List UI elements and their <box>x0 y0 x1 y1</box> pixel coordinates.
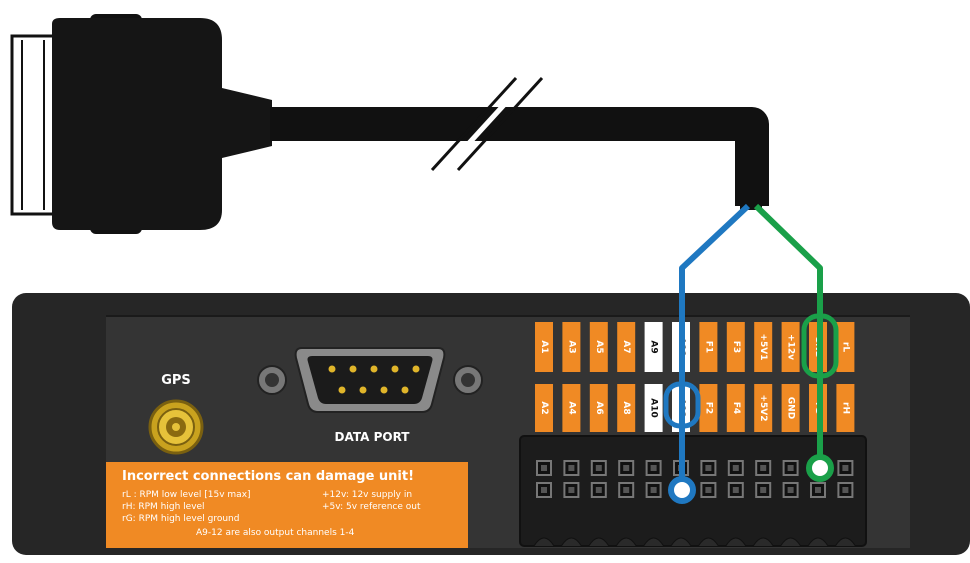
pin-label-text: A10 <box>649 398 659 418</box>
green-wire-terminal <box>806 454 834 482</box>
terminal-screw <box>760 487 767 493</box>
cable <box>270 76 769 210</box>
plug-strain-relief <box>222 88 272 158</box>
pin-label-text: A7 <box>621 340 631 353</box>
pin-label-text: +5V1 <box>758 333 768 360</box>
terminal-screw <box>623 487 630 493</box>
warning-line: rH: RPM high level <box>122 502 205 512</box>
terminal-screw <box>568 465 575 471</box>
terminal-screw <box>595 465 602 471</box>
terminal-screw <box>842 487 849 493</box>
data-port-label: DATA PORT <box>335 430 411 444</box>
pin-label-f2: F2 <box>699 384 718 432</box>
terminal-screw <box>705 487 712 493</box>
warning-footer: A9-12 are also output channels 1-4 <box>196 528 355 538</box>
terminal-screw <box>541 465 547 471</box>
pin-label-f4: F4 <box>726 384 745 432</box>
pin-label-text: F3 <box>731 341 741 353</box>
terminal-screw <box>623 465 630 471</box>
terminal-screw <box>732 465 739 471</box>
terminal-screw <box>842 465 849 471</box>
pin-label-f1: F1 <box>699 322 718 372</box>
warning-line: +12v: 12v supply in <box>322 490 412 500</box>
terminal-screw <box>787 465 794 471</box>
pin-label-text: F2 <box>703 402 713 414</box>
warning-title: Incorrect connections can damage unit! <box>122 469 414 484</box>
pin-label-text: A6 <box>594 401 604 414</box>
pin-label-text: F4 <box>731 402 741 414</box>
pin-label-text: +5V2 <box>758 394 768 421</box>
terminal-screw <box>568 487 575 493</box>
pin-label-text: rH <box>840 402 850 414</box>
pin-label-f3: F3 <box>726 322 745 372</box>
terminal-screw <box>650 465 657 471</box>
pin-label-a8: A8 <box>617 384 636 432</box>
pin-label-a5: A5 <box>589 322 608 372</box>
terminal-screw <box>787 487 794 493</box>
cable-plug <box>10 14 272 234</box>
terminal-screw <box>650 487 657 493</box>
terminal-screw <box>760 465 767 471</box>
wiring-diagram: GPS DATA PORT Incorrect connections can … <box>10 14 970 555</box>
terminal-screw <box>705 465 712 471</box>
pin-label-gnd: GND <box>781 384 800 432</box>
pin-label-text: A8 <box>621 401 631 414</box>
warning-panel: Incorrect connections can damage unit! r… <box>106 462 468 548</box>
pin-label-text: A9 <box>649 340 659 353</box>
pin-label-a7: A7 <box>617 322 636 372</box>
pin-label-rl: rL <box>836 322 855 372</box>
pin-label-text: rL <box>840 342 850 352</box>
terminal-screw <box>595 487 602 493</box>
warning-line: +5v: 5v reference out <box>322 502 421 512</box>
pin-label-5v1: +5V1 <box>754 322 773 372</box>
warning-line: rL : RPM low level [15v max] <box>122 490 251 500</box>
plug-pins <box>10 34 56 216</box>
pin-label-5v2: +5V2 <box>754 384 773 432</box>
pin-label-text: GND <box>786 397 796 419</box>
gps-connector <box>148 399 204 455</box>
pin-label-a10: A10 <box>644 384 663 432</box>
plug-body <box>52 18 222 230</box>
terminal-screw <box>732 487 739 493</box>
pin-label-text: A5 <box>594 340 604 353</box>
pin-label-12v: +12v <box>781 322 800 372</box>
terminal-screw <box>815 487 821 493</box>
terminal-screw <box>541 487 547 493</box>
pin-label-a2: A2 <box>535 384 553 432</box>
pin-label-a6: A6 <box>589 384 608 432</box>
pin-label-text: +12v <box>786 334 796 360</box>
pin-label-rh: rH <box>836 384 855 432</box>
warning-line: rG: RPM high level ground <box>122 514 239 524</box>
gps-label: GPS <box>161 373 191 388</box>
pin-label-a1: A1 <box>535 322 553 372</box>
blue-wire-terminal <box>668 476 696 504</box>
pin-label-text: A2 <box>539 401 549 414</box>
pin-label-a3: A3 <box>562 322 581 372</box>
pin-label-text: A3 <box>566 340 576 353</box>
pin-label-text: A1 <box>539 340 549 353</box>
pin-label-a9: A9 <box>644 322 663 372</box>
pin-label-text: F1 <box>703 341 713 353</box>
pin-label-a4: A4 <box>562 384 581 432</box>
pin-label-text: A4 <box>566 401 576 414</box>
